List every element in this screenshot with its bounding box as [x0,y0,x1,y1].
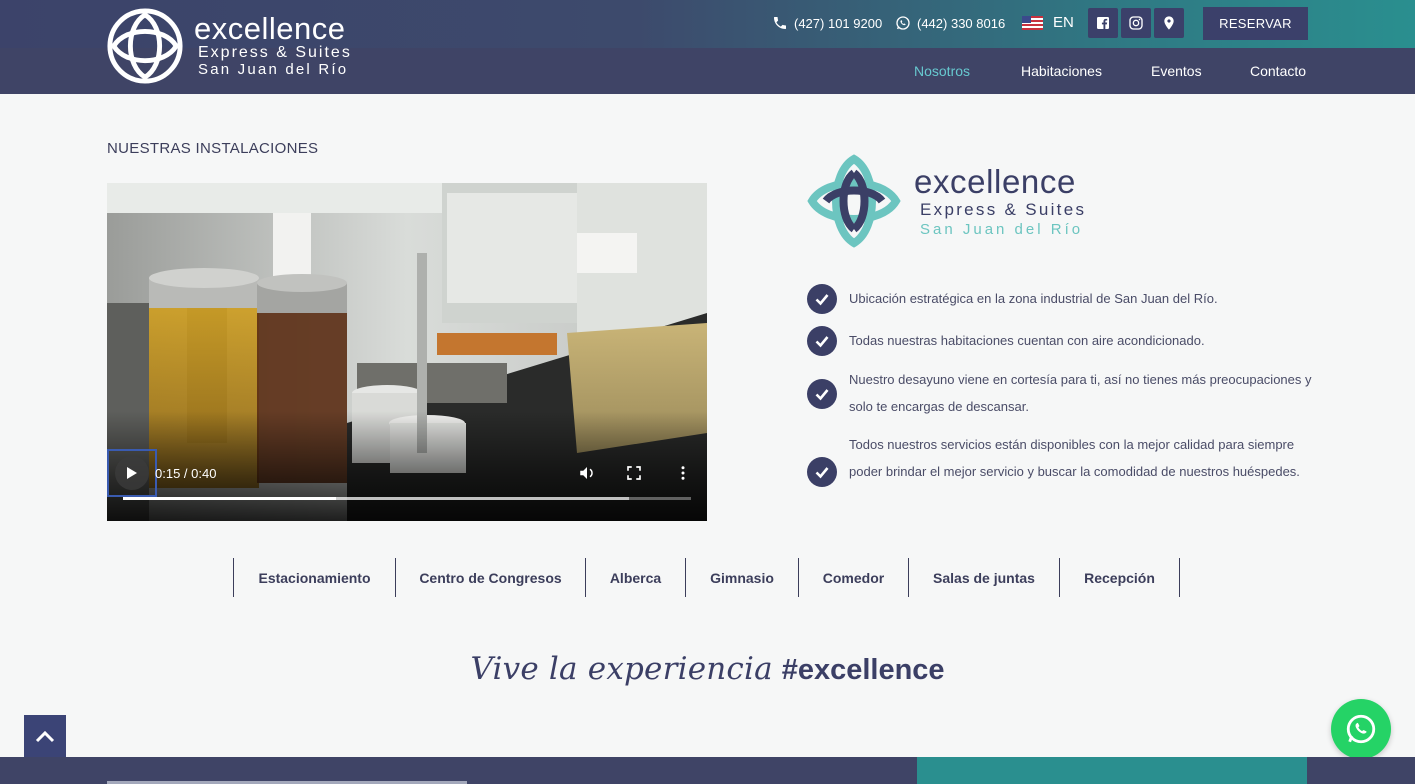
phone-number: (427) 101 9200 [794,15,883,31]
tagline-hashtag: #excellence [781,654,945,686]
whatsapp-icon [896,16,910,30]
footer [0,757,1415,784]
language-label: EN [1053,14,1074,31]
facebook-button[interactable] [1088,8,1118,38]
logo-knot-icon [107,8,183,84]
tagline: Vive la experiencia #excellence [0,650,1415,687]
nav-habitaciones[interactable]: Habitaciones [1021,63,1102,79]
instagram-button[interactable] [1121,8,1151,38]
check-icon [807,326,837,356]
feature-item: Ubicación estratégica en la zona industr… [807,284,1317,314]
location-button[interactable] [1154,8,1184,38]
video-played [123,497,336,500]
tagline-script: Vive la experiencia [470,651,773,687]
nav-contacto[interactable]: Contacto [1250,63,1306,79]
facebook-icon [1097,17,1109,29]
logo-knot-icon [807,154,901,248]
tab-gimnasio[interactable]: Gimnasio [686,558,799,597]
facilities-tabs: Estacionamiento Centro de Congresos Albe… [233,558,1180,597]
phone-link[interactable]: (427) 101 9200 [772,15,882,31]
whatsapp-number: (442) 330 8016 [917,15,1006,31]
brand-logo: excellence Express & Suites San Juan del… [806,153,1116,253]
scroll-to-top-button[interactable] [24,715,66,757]
phone-icon [774,17,786,29]
nav-nosotros[interactable]: Nosotros [914,63,970,79]
feature-text: Ubicación estratégica en la zona industr… [849,291,1218,306]
chevron-up-icon [35,730,55,743]
video-time: 0:15 / 0:40 [155,466,217,481]
play-circle [115,456,149,490]
video-progress-bar[interactable] [123,497,691,500]
more-options-icon[interactable] [674,464,692,482]
play-button[interactable] [107,449,157,497]
feature-item: Todos nuestros servicios están disponibl… [807,431,1317,513]
tab-alberca[interactable]: Alberca [586,558,686,597]
logo-location: San Juan del Río [198,61,349,78]
check-icon [807,379,837,409]
feature-item: Todas nuestras habitaciones cuentan con … [807,326,1317,356]
feature-text: Todas nuestras habitaciones cuentan con … [849,333,1205,348]
header-logo[interactable]: excellence Express & Suites San Juan del… [106,7,366,87]
footer-panel [917,757,1307,784]
us-flag-icon [1022,15,1043,30]
reserve-button[interactable]: RESERVAR [1203,7,1308,40]
feature-text: Nuestro desayuno viene en cortesía para … [849,372,1312,414]
volume-icon[interactable] [578,464,596,482]
whatsapp-link[interactable]: (442) 330 8016 [895,15,1005,31]
brand-location: San Juan del Río [920,221,1084,238]
feature-item: Nuestro desayuno viene en cortesía para … [807,366,1317,422]
nav-eventos[interactable]: Eventos [1151,63,1202,79]
section-title: NUESTRAS INSTALACIONES [107,140,319,157]
tab-salas-de-juntas[interactable]: Salas de juntas [909,558,1060,597]
logo-subtitle: Express & Suites [198,44,352,61]
fullscreen-icon[interactable] [625,464,643,482]
instagram-icon [1129,16,1143,30]
check-icon [807,457,837,487]
brand-subtitle: Express & Suites [920,200,1087,219]
whatsapp-icon [1346,714,1376,744]
brand-wordmark: excellence [914,163,1076,200]
whatsapp-chat-button[interactable] [1331,699,1391,759]
play-icon [127,467,137,479]
tab-estacionamiento[interactable]: Estacionamiento [233,558,396,597]
tab-centro-de-congresos[interactable]: Centro de Congresos [396,558,586,597]
tab-comedor[interactable]: Comedor [799,558,909,597]
language-switcher[interactable]: EN [1022,14,1074,31]
logo-wordmark: excellence [194,11,346,46]
location-pin-icon [1164,16,1174,30]
site-header: excellence Express & Suites San Juan del… [0,0,1415,94]
check-icon [807,284,837,314]
tab-recepcion[interactable]: Recepción [1060,558,1180,597]
feature-text: Todos nuestros servicios están disponibl… [849,437,1300,479]
video-player[interactable]: 0:15 / 0:40 [107,183,707,521]
